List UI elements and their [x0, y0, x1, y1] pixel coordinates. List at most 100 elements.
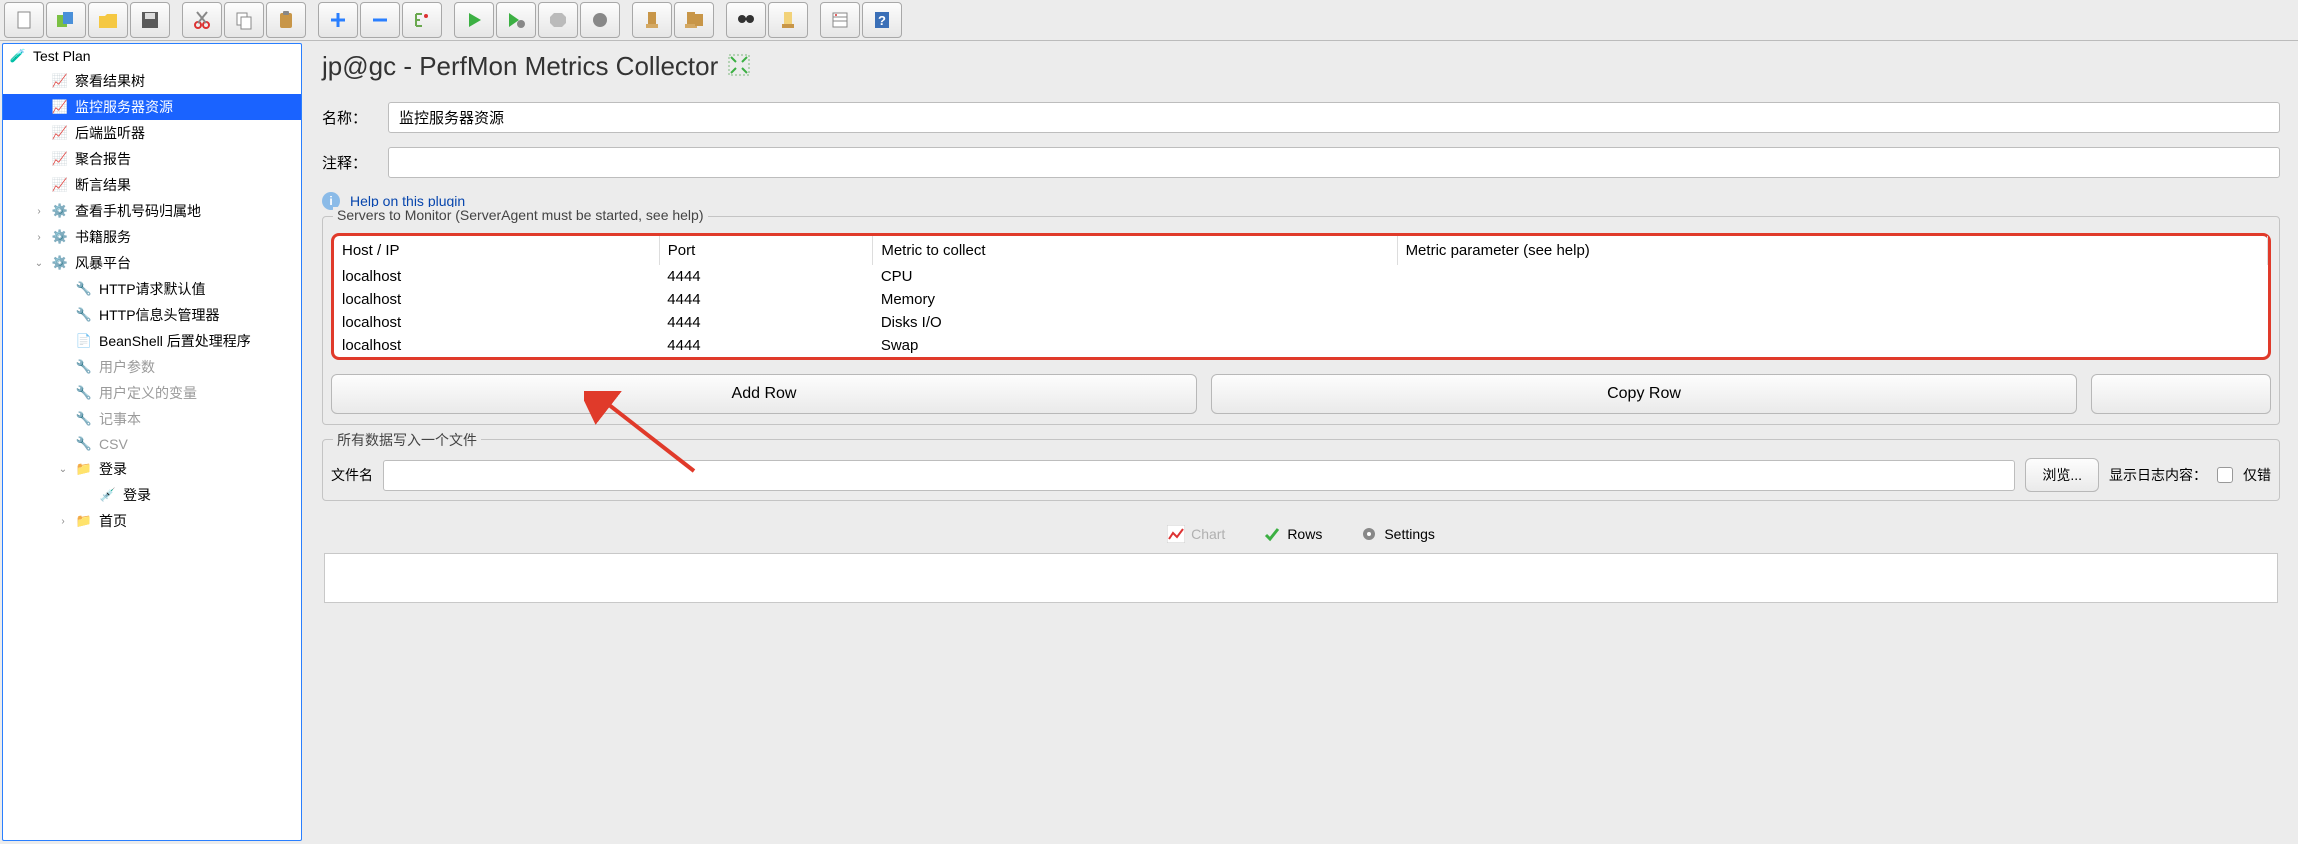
table-row[interactable]: localhost4444Disks I/O: [334, 311, 2268, 334]
expander-icon[interactable]: ›: [33, 206, 45, 217]
stop-icon[interactable]: [538, 2, 578, 38]
save-icon[interactable]: [130, 2, 170, 38]
shutdown-icon[interactable]: [580, 2, 620, 38]
table-cell[interactable]: CPU: [873, 265, 1397, 288]
cut-icon[interactable]: [182, 2, 222, 38]
expander-icon[interactable]: ⌄: [33, 258, 45, 269]
tree-item[interactable]: 📈后端监听器: [3, 120, 301, 146]
table-cell[interactable]: Swap: [873, 334, 1397, 357]
expander-icon[interactable]: ›: [33, 232, 45, 243]
panel-title: jp@gc - PerfMon Metrics Collector: [322, 51, 718, 82]
servers-table[interactable]: Host / IPPortMetric to collectMetric par…: [334, 236, 2268, 357]
expander-icon[interactable]: ⌄: [57, 464, 69, 475]
comment-input[interactable]: [388, 147, 2280, 178]
wrench-icon: 🔧: [75, 435, 93, 453]
tree-item[interactable]: 🔧用户参数: [3, 354, 301, 380]
expand-icon[interactable]: [402, 2, 442, 38]
wrench-icon: 🔧: [75, 306, 93, 324]
table-cell[interactable]: localhost: [334, 334, 659, 357]
check-icon: [1263, 525, 1281, 543]
gear-icon: ⚙️: [51, 254, 69, 272]
paste-icon[interactable]: [266, 2, 306, 38]
table-cell[interactable]: [1397, 265, 2267, 288]
table-cell[interactable]: [1397, 311, 2267, 334]
table-header[interactable]: Port: [659, 236, 873, 265]
tree-item[interactable]: 📈察看结果树: [3, 68, 301, 94]
tree-item[interactable]: 🔧用户定义的变量: [3, 380, 301, 406]
run-icon[interactable]: [454, 2, 494, 38]
servers-table-highlight: Host / IPPortMetric to collectMetric par…: [331, 233, 2271, 360]
tree-root[interactable]: 🧪 Test Plan: [3, 44, 301, 68]
tree-label: Test Plan: [33, 48, 91, 64]
filename-input[interactable]: [383, 460, 2015, 491]
copy-row-button[interactable]: Copy Row: [1211, 374, 2077, 414]
tree-label: HTTP信息头管理器: [99, 305, 220, 325]
table-row[interactable]: localhost4444Swap: [334, 334, 2268, 357]
table-cell[interactable]: Disks I/O: [873, 311, 1397, 334]
open-icon[interactable]: [88, 2, 128, 38]
tree-item[interactable]: 🔧记事本: [3, 406, 301, 432]
tree-item[interactable]: 💉登录: [3, 482, 301, 508]
tree-item[interactable]: 📈聚合报告: [3, 146, 301, 172]
tree-item[interactable]: 📄BeanShell 后置处理程序: [3, 328, 301, 354]
chart-icon: 📈: [51, 124, 69, 142]
expand-icon[interactable]: [728, 54, 750, 79]
table-cell[interactable]: 4444: [659, 311, 873, 334]
tree-item[interactable]: ›⚙️书籍服务: [3, 224, 301, 250]
delete-row-button[interactable]: [2091, 374, 2271, 414]
tree-item[interactable]: ›📁首页: [3, 508, 301, 534]
tree-item[interactable]: 🔧CSV: [3, 432, 301, 456]
add-row-button[interactable]: Add Row: [331, 374, 1197, 414]
tree-item[interactable]: ›⚙️查看手机号码归属地: [3, 198, 301, 224]
table-cell[interactable]: [1397, 288, 2267, 311]
table-row[interactable]: localhost4444Memory: [334, 288, 2268, 311]
table-cell[interactable]: localhost: [334, 265, 659, 288]
comment-label: 注释：: [322, 152, 378, 173]
tree-item[interactable]: ⌄📁登录: [3, 456, 301, 482]
templates-icon[interactable]: [46, 2, 86, 38]
tab-settings[interactable]: Settings: [1350, 521, 1445, 547]
tree-item[interactable]: 🔧HTTP请求默认值: [3, 276, 301, 302]
table-header[interactable]: Metric parameter (see help): [1397, 236, 2267, 265]
table-cell[interactable]: 4444: [659, 288, 873, 311]
tree-item[interactable]: ⌄⚙️风暴平台: [3, 250, 301, 276]
table-cell[interactable]: [1397, 334, 2267, 357]
search-icon[interactable]: [726, 2, 766, 38]
table-header[interactable]: Host / IP: [334, 236, 659, 265]
remove-icon[interactable]: [360, 2, 400, 38]
browse-button[interactable]: 浏览...: [2025, 458, 2099, 492]
tree-label: 断言结果: [75, 175, 131, 195]
tree-label: 用户参数: [99, 357, 155, 377]
table-header[interactable]: Metric to collect: [873, 236, 1397, 265]
name-input[interactable]: [388, 102, 2280, 133]
table-cell[interactable]: Memory: [873, 288, 1397, 311]
add-icon[interactable]: [318, 2, 358, 38]
wrench-icon: 🔧: [75, 280, 93, 298]
options-icon[interactable]: [820, 2, 860, 38]
clear-all-icon[interactable]: [674, 2, 714, 38]
copy-icon[interactable]: [224, 2, 264, 38]
new-icon[interactable]: [4, 2, 44, 38]
run-no-timers-icon[interactable]: [496, 2, 536, 38]
tree-item[interactable]: 📈监控服务器资源: [3, 94, 301, 120]
table-row[interactable]: localhost4444CPU: [334, 265, 2268, 288]
chart-icon: 📈: [51, 72, 69, 90]
toolbar: ?: [0, 0, 2298, 41]
tree-item[interactable]: 📈断言结果: [3, 172, 301, 198]
chart-icon: 📈: [51, 150, 69, 168]
expander-icon[interactable]: ›: [57, 516, 69, 527]
table-cell[interactable]: 4444: [659, 265, 873, 288]
table-cell[interactable]: 4444: [659, 334, 873, 357]
tree-label: 首页: [99, 511, 127, 531]
tree-item[interactable]: 🔧 HTTP信息头管理器: [3, 302, 301, 328]
log-label: 显示日志内容：: [2109, 465, 2207, 485]
tab-chart[interactable]: Chart: [1157, 521, 1235, 547]
function-helper-icon[interactable]: [768, 2, 808, 38]
help-icon[interactable]: ?: [862, 2, 902, 38]
table-cell[interactable]: localhost: [334, 288, 659, 311]
tab-rows[interactable]: Rows: [1253, 521, 1332, 547]
table-cell[interactable]: localhost: [334, 311, 659, 334]
clear-icon[interactable]: [632, 2, 672, 38]
tree-label: 查看手机号码归属地: [75, 201, 201, 221]
only-errors-checkbox[interactable]: [2217, 467, 2233, 483]
